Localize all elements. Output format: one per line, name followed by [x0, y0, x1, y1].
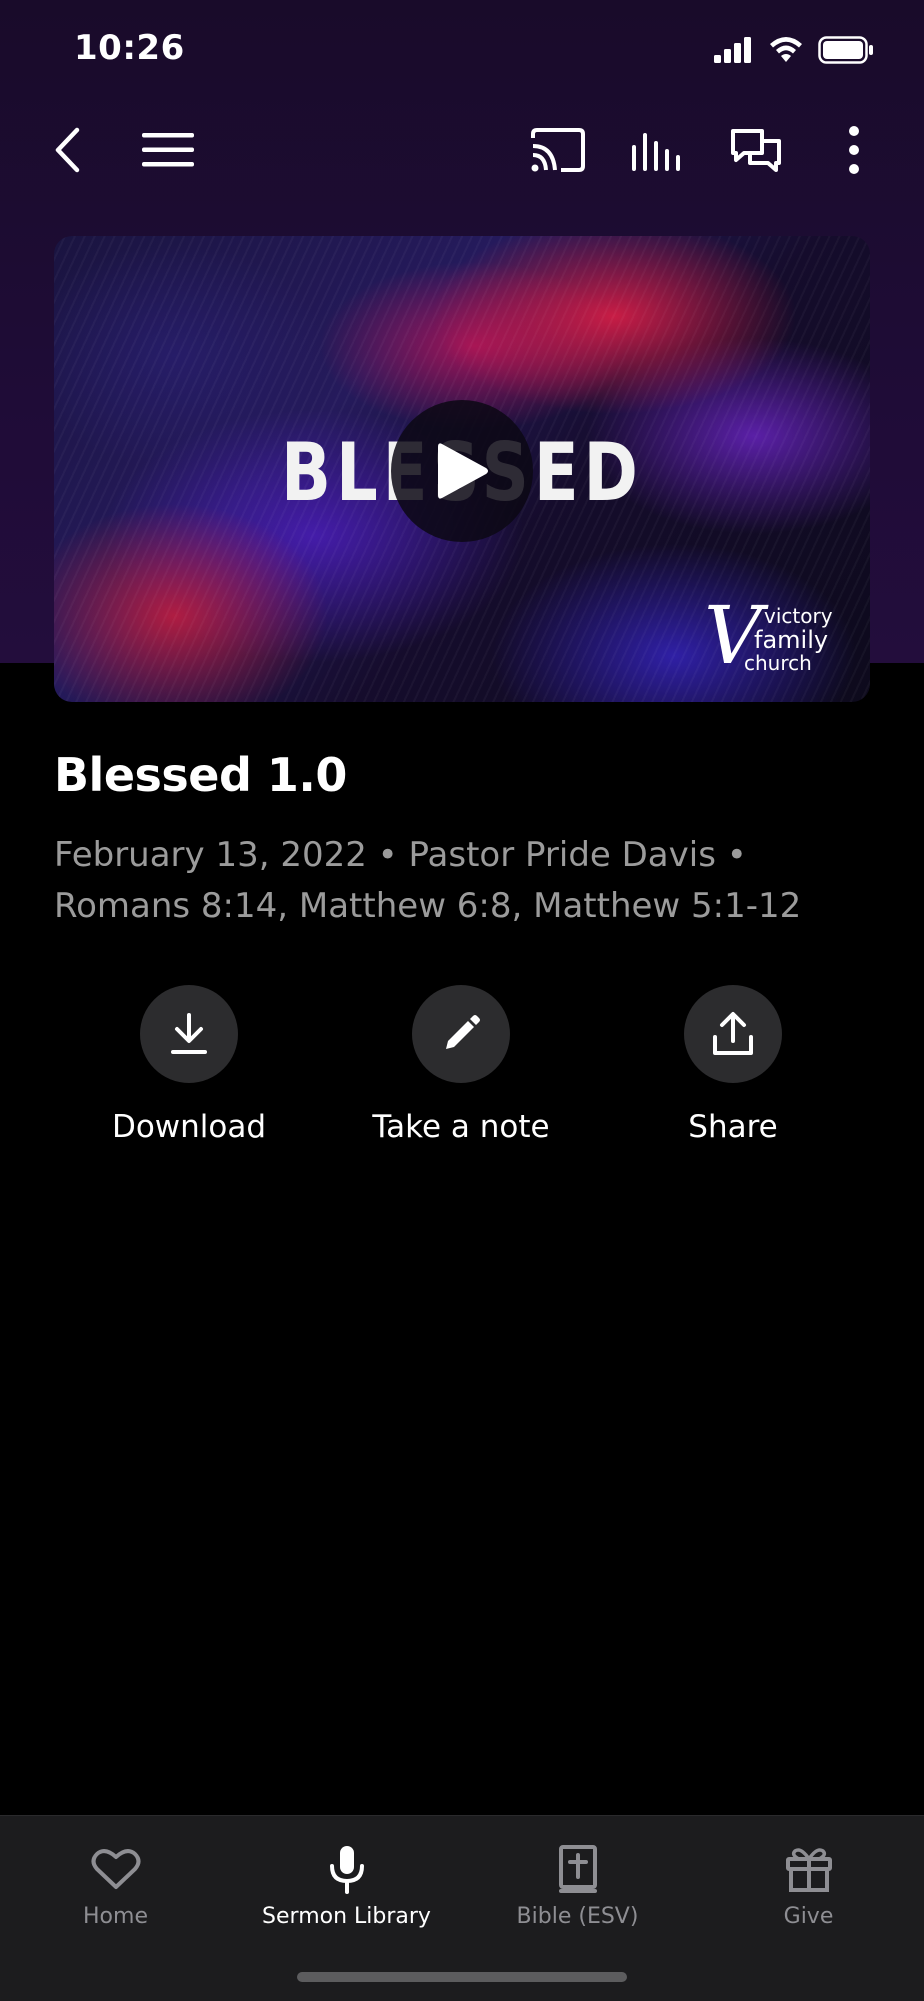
- tab-sermon-library-label: Sermon Library: [262, 1904, 431, 1929]
- download-label: Download: [111, 1109, 267, 1145]
- wifi-icon: [770, 37, 802, 62]
- menu-button[interactable]: [128, 110, 208, 190]
- church-logo: V victory family church: [704, 596, 854, 688]
- tab-sermon-library[interactable]: Sermon Library: [231, 1816, 462, 1946]
- logo-word-1: victory: [764, 604, 833, 628]
- status-time: 10:26: [74, 28, 185, 68]
- play-icon: [438, 443, 488, 499]
- chat-button[interactable]: [716, 110, 796, 190]
- sermon-meta: February 13, 2022 • Pastor Pride Davis •…: [54, 835, 802, 926]
- battery-icon: [818, 36, 873, 64]
- pencil-icon: [446, 1015, 480, 1049]
- share-button[interactable]: Share: [603, 985, 863, 1145]
- heart-icon: [91, 1849, 140, 1889]
- tab-bible-label: Bible (ESV): [516, 1904, 639, 1929]
- take-note-button[interactable]: Take a note: [331, 985, 591, 1145]
- share-label: Share: [688, 1109, 778, 1145]
- cellular-signal-icon: [714, 37, 751, 63]
- status-bar: 10:26: [0, 0, 924, 100]
- status-icons: [714, 36, 874, 64]
- sermon-title: Blessed 1.0: [54, 748, 347, 802]
- logo-word-2: family: [754, 626, 829, 654]
- tab-give-label: Give: [783, 1904, 834, 1929]
- home-indicator[interactable]: [297, 1972, 627, 1982]
- back-button[interactable]: [28, 110, 108, 190]
- download-button[interactable]: Download: [59, 985, 319, 1145]
- share-icon: [713, 1012, 753, 1055]
- cast-button[interactable]: [518, 110, 598, 190]
- sermon-artwork[interactable]: BLESSED V victory family church: [54, 236, 870, 702]
- chat-icon: [731, 129, 781, 172]
- menu-icon: [142, 133, 194, 167]
- top-navigation: [0, 110, 924, 190]
- cast-icon: [531, 128, 585, 172]
- take-note-label: Take a note: [372, 1109, 550, 1145]
- download-icon: [171, 1013, 207, 1054]
- tab-give[interactable]: Give: [693, 1816, 924, 1946]
- download-circle: [140, 985, 238, 1083]
- tab-home-label: Home: [83, 1904, 148, 1929]
- tab-home[interactable]: Home: [0, 1816, 231, 1946]
- audio-bars-icon: [632, 133, 680, 171]
- microphone-icon: [329, 1846, 364, 1894]
- take-note-circle: [412, 985, 510, 1083]
- gift-icon: [785, 1848, 832, 1892]
- logo-word-3: church: [744, 651, 812, 675]
- back-chevron-icon: [55, 127, 80, 173]
- more-vertical-icon: [849, 126, 859, 174]
- more-options-button[interactable]: [814, 110, 894, 190]
- share-circle: [684, 985, 782, 1083]
- play-button[interactable]: [391, 400, 533, 542]
- audio-button[interactable]: [617, 110, 697, 190]
- tab-bible[interactable]: Bible (ESV): [462, 1816, 693, 1946]
- bible-icon: [558, 1845, 597, 1893]
